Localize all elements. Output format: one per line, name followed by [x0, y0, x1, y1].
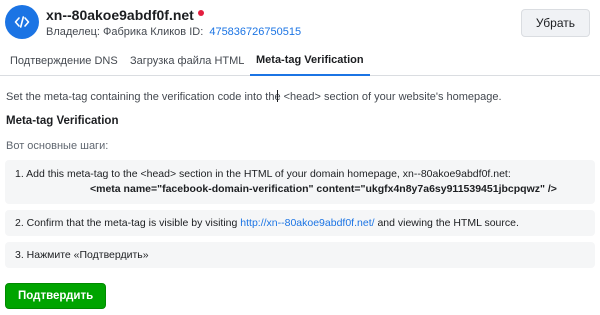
step-1-text: 1. Add this meta-tag to the <head> secti…	[15, 168, 511, 180]
tab-meta-tag[interactable]: Meta-tag Verification	[250, 46, 370, 76]
confirm-button[interactable]: Подтвердить	[5, 283, 107, 309]
step-press-confirm: 3. Нажмите «Подтвердить»	[5, 242, 595, 268]
step-2-suffix: and viewing the HTML source.	[374, 217, 519, 229]
owner-line: Владелец: Фабрика Кликов ID: 47583672675…	[46, 26, 301, 38]
id-value: 475836726750515	[209, 26, 302, 38]
remove-button[interactable]: Убрать	[520, 9, 590, 37]
meta-tag-code: <meta name="facebook-domain-verification…	[90, 183, 557, 195]
tab-dns[interactable]: Подтверждение DNS	[10, 46, 118, 76]
tab-html-file[interactable]: Загрузка файла HTML	[130, 46, 244, 76]
id-label: ID:	[189, 26, 204, 38]
domain-link[interactable]: http://xn--80akoe9abdf0f.net/	[240, 217, 374, 229]
step-add-meta-tag: 1. Add this meta-tag to the <head> secti…	[5, 160, 595, 204]
code-icon	[5, 5, 39, 39]
domain-title: xn--80akoe9abdf0f.net	[46, 7, 204, 23]
status-dot	[197, 10, 204, 16]
steps-label: Вот основные шаги:	[6, 140, 109, 152]
text-cursor	[277, 90, 278, 102]
step-3-text: 3. Нажмите «Подтвердить»	[15, 249, 149, 261]
owner-label: Владелец: Фабрика Кликов	[46, 26, 187, 38]
step-2-text: 2. Confirm that the meta-tag is visible …	[15, 217, 519, 229]
step-confirm-visible: 2. Confirm that the meta-tag is visible …	[5, 210, 595, 236]
section-title: Meta-tag Verification	[6, 115, 119, 127]
step-2-prefix: 2. Confirm that the meta-tag is visible …	[15, 217, 241, 229]
instruction-text: Set the meta-tag containing the verifica…	[6, 91, 502, 103]
verification-tabs: Подтверждение DNS Загрузка файла HTML Me…	[0, 46, 600, 76]
domain-header: xn--80akoe9abdf0f.net Владелец: Фабрика …	[0, 0, 600, 46]
domain-name-text: xn--80akoe9abdf0f.net	[46, 7, 194, 23]
